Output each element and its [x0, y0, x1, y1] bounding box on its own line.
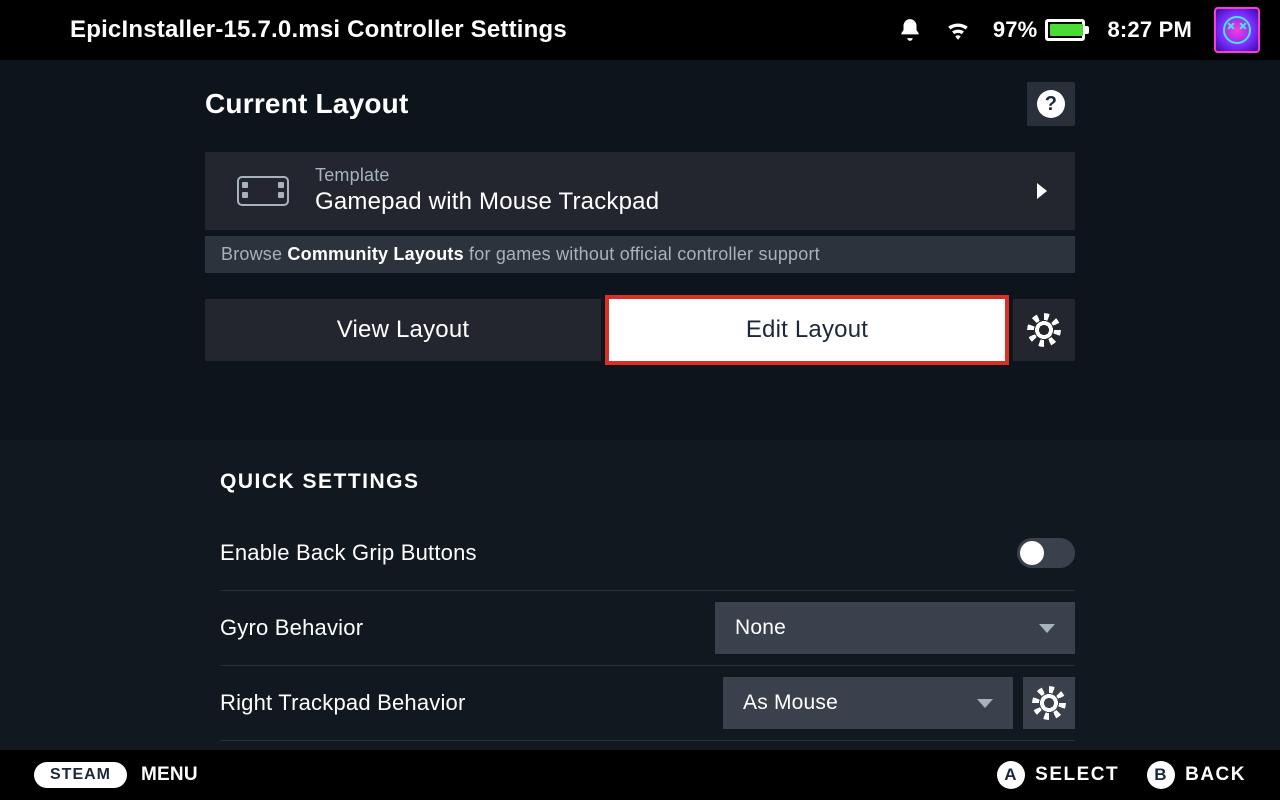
right-trackpad-settings-button[interactable] [1023, 677, 1075, 729]
battery-percent: 97% [993, 17, 1038, 43]
browse-bold: Community Layouts [287, 244, 463, 264]
setting-label: Enable Back Grip Buttons [220, 540, 1017, 566]
hint-label: BACK [1185, 764, 1246, 786]
setting-right-trackpad-behavior: Right Trackpad Behavior As Mouse [220, 666, 1075, 741]
gyro-behavior-dropdown[interactable]: None [715, 602, 1075, 654]
hint-back: B BACK [1147, 761, 1246, 789]
setting-right-trackpad-sensitivity: Right Trackpad Sensitivity 100% [220, 741, 1075, 750]
status-bar: EpicInstaller-15.7.0.msi Controller Sett… [0, 0, 1280, 60]
battery-status: 97% [993, 17, 1086, 43]
page-title: EpicInstaller-15.7.0.msi Controller Sett… [70, 16, 897, 44]
help-button[interactable]: ? [1027, 82, 1075, 126]
controller-icon [237, 176, 289, 206]
browse-suffix: for games without official controller su… [464, 244, 820, 264]
chevron-down-icon [1039, 624, 1055, 633]
notifications-icon[interactable] [897, 17, 923, 43]
clock: 8:27 PM [1107, 17, 1192, 43]
gear-icon [1031, 317, 1057, 343]
layout-settings-button[interactable] [1013, 299, 1075, 361]
footer-bar: STEAM MENU A SELECT B BACK [0, 750, 1280, 800]
dropdown-value: As Mouse [743, 691, 977, 715]
chevron-right-icon [1037, 183, 1047, 199]
setting-gyro-behavior: Gyro Behavior None [220, 591, 1075, 666]
template-name: Gamepad with Mouse Trackpad [315, 186, 1011, 217]
chevron-down-icon [977, 699, 993, 708]
current-layout-heading: Current Layout [205, 88, 408, 120]
right-trackpad-behavior-dropdown[interactable]: As Mouse [723, 677, 1013, 729]
network-icon[interactable] [945, 17, 971, 43]
edit-layout-button[interactable]: Edit Layout [609, 299, 1005, 361]
back-grip-toggle[interactable] [1017, 538, 1075, 568]
view-layout-button[interactable]: View Layout [205, 299, 601, 361]
template-panel[interactable]: Template Gamepad with Mouse Trackpad [205, 152, 1075, 230]
dropdown-value: None [735, 616, 1039, 640]
hint-select: A SELECT [997, 761, 1119, 789]
quick-settings-heading: QUICK SETTINGS [220, 470, 1075, 494]
setting-label: Right Trackpad Behavior [220, 690, 723, 716]
setting-label: Gyro Behavior [220, 615, 715, 641]
a-button-icon: A [997, 761, 1025, 789]
menu-label: MENU [141, 764, 198, 786]
help-icon: ? [1037, 90, 1065, 118]
user-avatar[interactable] [1214, 7, 1260, 53]
b-button-icon: B [1147, 761, 1175, 789]
steam-button[interactable]: STEAM [34, 762, 127, 788]
hint-label: SELECT [1035, 764, 1119, 786]
template-label: Template [315, 165, 1011, 187]
browse-prefix: Browse [221, 244, 287, 264]
battery-icon [1045, 19, 1085, 41]
setting-back-grip: Enable Back Grip Buttons [220, 516, 1075, 591]
browse-community-layouts[interactable]: Browse Community Layouts for games witho… [205, 236, 1075, 273]
gear-icon [1036, 690, 1062, 716]
